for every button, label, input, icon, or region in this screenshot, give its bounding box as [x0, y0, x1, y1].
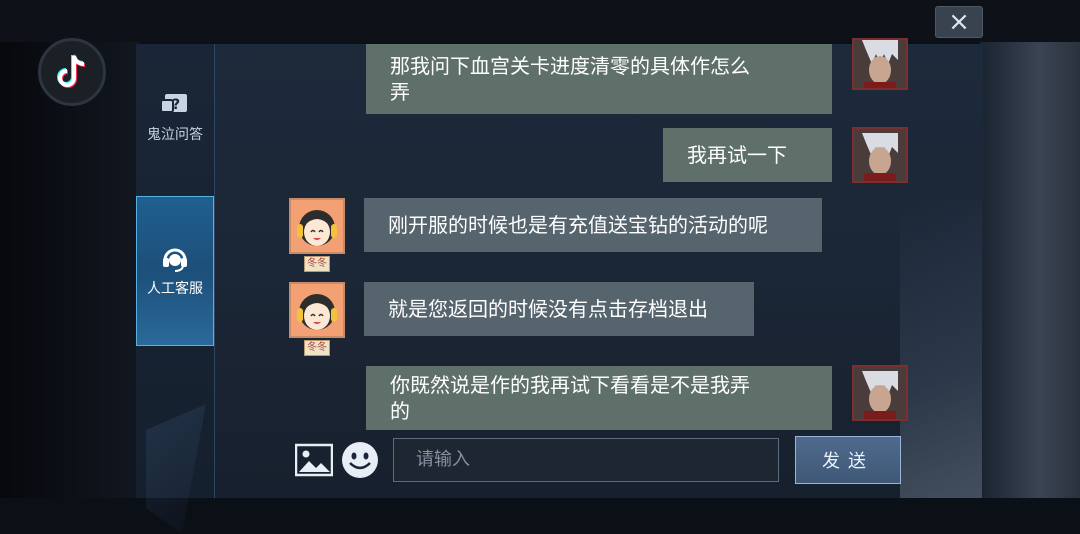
- agent-name-tag: 冬冬: [304, 340, 330, 356]
- message-text: 就是您返回的时候没有点击存档退出: [388, 297, 708, 321]
- message-bubble-user: 那我问下血宫关卡进度清零的具体作怎么 弄: [366, 44, 832, 114]
- sidebar-decoration: [146, 404, 206, 534]
- send-button-label: 发送: [822, 451, 874, 472]
- agent-name-tag: 冬冬: [304, 256, 330, 272]
- sidebar-item-customer-service[interactable]: 人工客服: [136, 196, 214, 346]
- sidebar: ? 鬼泣问答 人工客服: [136, 44, 215, 534]
- close-button[interactable]: ×: [935, 6, 983, 38]
- message-text: 那我问下血宫关卡进度清零的具体作怎么: [390, 54, 750, 78]
- message-input[interactable]: 请输入: [393, 438, 779, 482]
- svg-text:?: ?: [172, 97, 180, 113]
- message-bubble-agent: 就是您返回的时候没有点击存档退出: [364, 282, 754, 336]
- image-button[interactable]: [294, 443, 334, 477]
- user-avatar: [852, 127, 908, 183]
- sidebar-item-label: 人工客服: [147, 281, 203, 297]
- message-text: 你既然说是作的我再试下看看是不是我弄: [390, 373, 750, 397]
- tiktok-logo-icon: [38, 38, 106, 106]
- message-bubble-user: 我再试一下: [663, 128, 832, 182]
- top-bar: [0, 0, 1080, 42]
- emoji-icon: [341, 442, 379, 483]
- question-icon: ?: [160, 94, 189, 118]
- image-icon: [294, 443, 334, 481]
- message-text: 刚开服的时候也是有充值送宝钻的活动的呢: [388, 213, 768, 237]
- send-button[interactable]: 发送: [795, 436, 901, 484]
- message-bubble-user: 你既然说是作的我再试下看看是不是我弄 的: [366, 366, 832, 430]
- user-avatar: [852, 365, 908, 421]
- headset-icon: [161, 244, 189, 272]
- close-icon: ×: [948, 7, 970, 37]
- sidebar-item-faq[interactable]: ? 鬼泣问答: [136, 74, 214, 164]
- message-text: 的: [390, 399, 410, 423]
- agent-avatar: [289, 198, 345, 254]
- right-background: [980, 0, 1080, 498]
- message-text: 我再试一下: [687, 143, 787, 167]
- message-text: 弄: [390, 80, 410, 104]
- emoji-button[interactable]: [341, 441, 379, 479]
- sidebar-item-label: 鬼泣问答: [147, 127, 203, 143]
- user-avatar: [852, 38, 908, 90]
- message-bubble-agent: 刚开服的时候也是有充值送宝钻的活动的呢: [364, 198, 822, 252]
- agent-avatar: [289, 282, 345, 338]
- input-placeholder: 请输入: [416, 449, 470, 470]
